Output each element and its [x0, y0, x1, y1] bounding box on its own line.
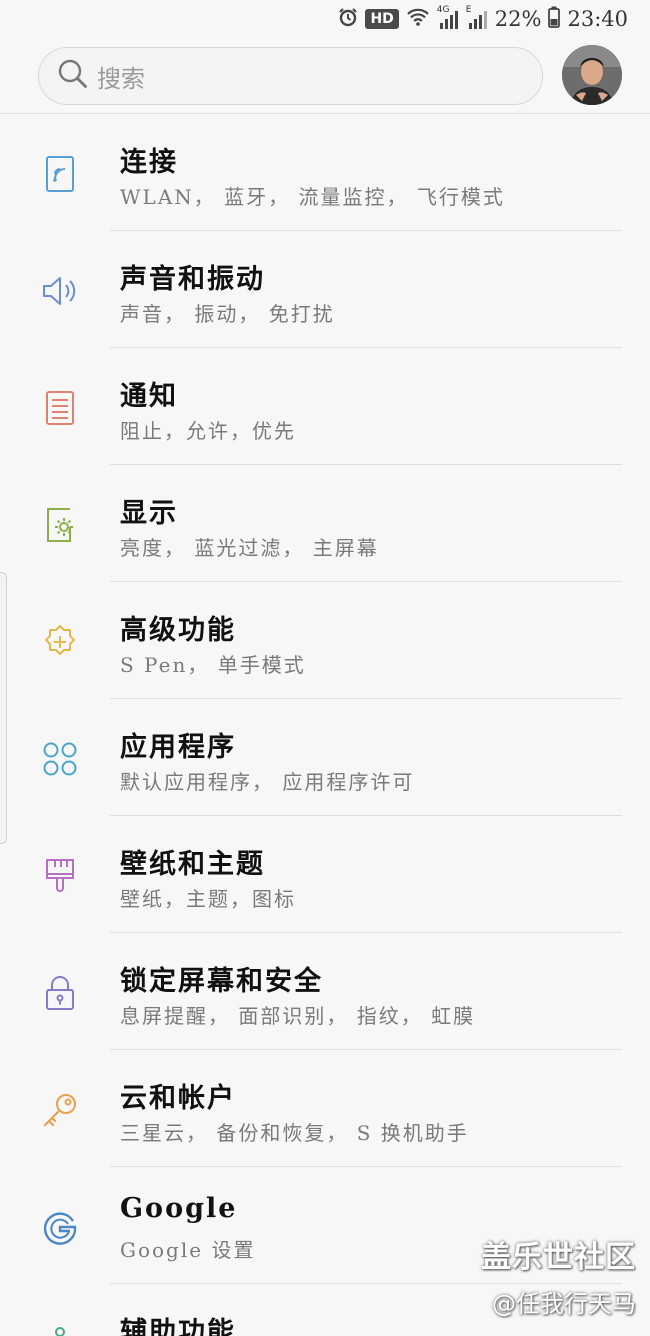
battery-icon [548, 6, 561, 33]
settings-item-wallpapers-themes[interactable]: 壁纸和主题 壁纸，主题，图标 [0, 816, 650, 933]
settings-item-title: 锁定屏幕和安全 [120, 966, 323, 997]
settings-item-subtitle: 息屏提醒， 面部识别， 指纹， 虹膜 [120, 1004, 476, 1028]
watermark: 盖乐世社区 @任我行天马 [481, 1232, 636, 1319]
clock: 23:40 [567, 7, 628, 31]
settings-item-subtitle: 阻止，允许，优先 [120, 419, 296, 443]
settings-item-cloud-accounts[interactable]: 云和帐户 三星云， 备份和恢复， S 换机助手 [0, 1050, 650, 1167]
settings-item-title: 通知 [120, 381, 178, 412]
paintbrush-icon [36, 852, 84, 900]
settings-item-display[interactable]: 显示 亮度， 蓝光过滤， 主屏幕 [0, 465, 650, 582]
watermark-title: 盖乐世社区 [481, 1240, 636, 1275]
settings-item-title: 云和帐户 [120, 1083, 236, 1114]
watermark-author: @任我行天马 [492, 1290, 636, 1318]
settings-item-title: 应用程序 [120, 732, 236, 763]
settings-list: 连接 WLAN， 蓝牙， 流量监控， 飞行模式 声音和振动 声音， 振动， 免打… [0, 114, 650, 1336]
speaker-icon [36, 267, 84, 315]
settings-item-title: 辅助功能 [120, 1317, 236, 1336]
search-header: 搜索 [0, 40, 650, 114]
search-input[interactable]: 搜索 [38, 47, 543, 105]
settings-item-subtitle: S Pen， 单手模式 [120, 653, 306, 677]
search-placeholder: 搜索 [97, 64, 145, 93]
search-icon [57, 58, 89, 94]
status-bar: HD 4G E 22% 23:40 [0, 0, 650, 38]
alarm-icon [338, 7, 358, 32]
settings-item-lock-screen-security[interactable]: 锁定屏幕和安全 息屏提醒， 面部识别， 指纹， 虹膜 [0, 933, 650, 1050]
avatar[interactable] [562, 45, 622, 105]
settings-item-subtitle: 三星云， 备份和恢复， S 换机助手 [120, 1121, 469, 1145]
settings-item-notifications[interactable]: 通知 阻止，允许，优先 [0, 348, 650, 465]
settings-item-title: 壁纸和主题 [120, 849, 265, 880]
accessibility-icon [36, 1320, 84, 1336]
lock-icon [36, 969, 84, 1017]
signal-4g-icon: 4G [437, 5, 459, 30]
edge-panel-handle[interactable] [0, 572, 7, 844]
settings-item-title: 高级功能 [120, 615, 236, 646]
apps-icon [36, 735, 84, 783]
settings-item-subtitle: 亮度， 蓝光过滤， 主屏幕 [120, 536, 379, 560]
advanced-features-icon [36, 618, 84, 666]
settings-item-subtitle: Google 设置 [120, 1238, 256, 1262]
signal-e-icon: E [466, 5, 488, 30]
settings-item-advanced-features[interactable]: 高级功能 S Pen， 单手模式 [0, 582, 650, 699]
connection-icon [36, 150, 84, 198]
hd-badge: HD [365, 9, 399, 29]
wifi-icon [406, 7, 430, 32]
settings-item-connections[interactable]: 连接 WLAN， 蓝牙， 流量监控， 飞行模式 [0, 114, 650, 231]
settings-item-subtitle: 默认应用程序， 应用程序许可 [120, 770, 415, 794]
notification-icon [36, 384, 84, 432]
display-icon [36, 501, 84, 549]
settings-item-apps[interactable]: 应用程序 默认应用程序， 应用程序许可 [0, 699, 650, 816]
settings-item-subtitle: WLAN， 蓝牙， 流量监控， 飞行模式 [120, 185, 505, 209]
settings-item-title: Google [120, 1193, 238, 1224]
settings-item-sound[interactable]: 声音和振动 声音， 振动， 免打扰 [0, 231, 650, 348]
battery-percent: 22% [494, 7, 542, 31]
settings-item-subtitle: 声音， 振动， 免打扰 [120, 302, 335, 326]
settings-item-subtitle: 壁纸，主题，图标 [120, 887, 296, 911]
settings-item-title: 显示 [120, 498, 178, 529]
settings-item-title: 连接 [120, 147, 178, 178]
google-icon [36, 1203, 84, 1251]
settings-item-title: 声音和振动 [120, 264, 265, 295]
key-icon [36, 1086, 84, 1134]
